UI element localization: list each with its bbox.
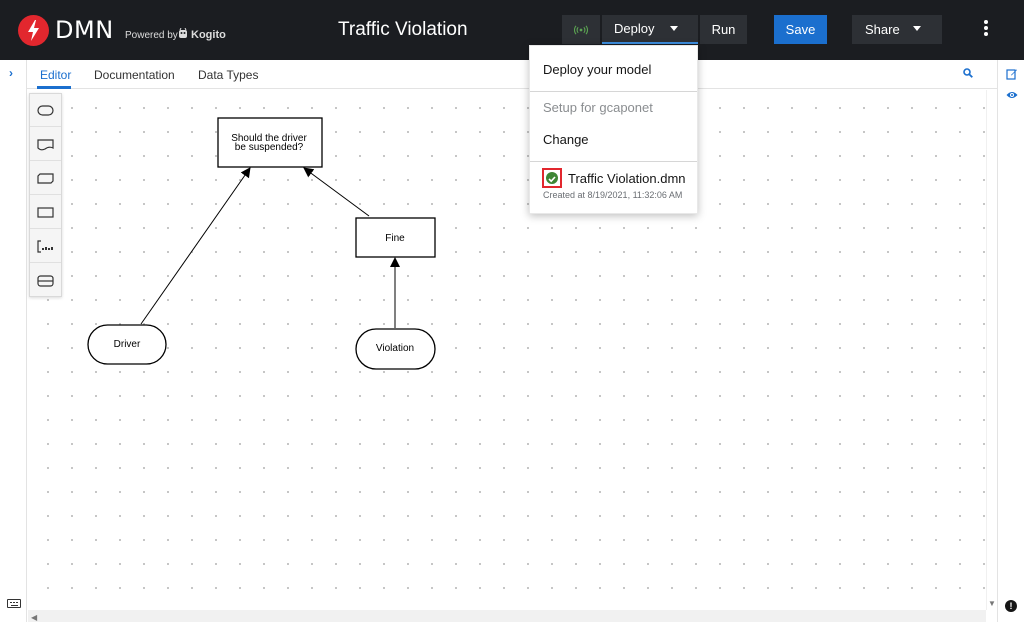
decision-node-suspended[interactable]: Should the driver be suspended? <box>217 117 323 168</box>
fine-label: Fine <box>385 233 405 244</box>
deploy-your-model-item[interactable]: Deploy your model <box>543 62 651 77</box>
app-header: DMN Powered by Kogito Traffic Violation … <box>0 0 1024 60</box>
text-annotation-icon <box>37 240 53 253</box>
scroll-down-icon[interactable]: ▼ <box>988 599 996 608</box>
decision-service-icon <box>37 275 54 287</box>
scroll-left-icon[interactable]: ◀ <box>31 613 37 622</box>
palette-bkm[interactable] <box>30 162 61 195</box>
edit-properties-icon[interactable] <box>1006 68 1018 80</box>
caret-down-icon <box>670 26 678 31</box>
driver-label: Driver <box>114 339 141 350</box>
deployment-file-name[interactable]: Traffic Violation.dmn <box>568 171 686 186</box>
knowledge-source-shape-icon <box>37 139 54 151</box>
run-button[interactable]: Run <box>700 15 747 44</box>
search-icon[interactable] <box>963 68 973 78</box>
tab-editor[interactable]: Editor <box>40 68 71 82</box>
edge-fine-to-decision[interactable] <box>303 167 370 217</box>
deployment-status-highlight <box>542 168 562 188</box>
business-knowledge-model-icon <box>37 173 54 184</box>
left-panel-toggle-strip: › <box>0 60 27 622</box>
share-dropdown-button[interactable]: Share <box>852 15 942 44</box>
broadcast-icon <box>574 24 588 35</box>
menu-divider <box>530 91 697 92</box>
check-circle-icon <box>546 172 558 184</box>
editor-tabs: Editor Documentation Data Types <box>27 60 997 89</box>
save-button[interactable]: Save <box>774 15 827 44</box>
dmn-logo-icon <box>18 15 49 46</box>
input-data-shape-icon <box>37 105 54 116</box>
input-data-node-violation[interactable]: Violation <box>355 328 436 370</box>
decision-label-line2: be suspended? <box>235 142 304 153</box>
setup-account-item: Setup for gcaponet <box>543 100 653 115</box>
active-tab-indicator <box>37 86 71 89</box>
tab-data-types[interactable]: Data Types <box>198 68 258 82</box>
deploy-dropdown-button[interactable]: Deploy <box>602 15 698 44</box>
horizontal-scrollbar[interactable]: ◀ <box>28 610 986 622</box>
dmn-diagram-canvas[interactable]: Should the driver be suspended? Fine Dri… <box>28 90 986 610</box>
decision-shape-icon <box>37 207 54 218</box>
menu-divider <box>530 161 697 162</box>
chevron-right-icon[interactable]: › <box>9 66 13 80</box>
palette-decision-service[interactable] <box>30 264 61 297</box>
palette-text-annotation[interactable] <box>30 230 61 263</box>
kebab-menu-icon[interactable] <box>981 20 991 40</box>
preview-eye-icon[interactable] <box>1006 90 1018 100</box>
deploy-label: Deploy <box>614 21 655 36</box>
input-data-node-driver[interactable]: Driver <box>87 324 167 365</box>
file-title[interactable]: Traffic Violation <box>338 19 468 41</box>
right-panel-strip <box>997 60 1024 622</box>
node-palette <box>29 93 62 297</box>
caret-down-icon <box>913 26 921 31</box>
deploy-dropdown-menu: Deploy your model Setup for gcaponet Cha… <box>529 45 698 214</box>
palette-decision[interactable] <box>30 196 61 229</box>
connection-status-button[interactable] <box>562 15 600 44</box>
violation-label: Violation <box>376 343 414 354</box>
app-logo-text: DMN <box>55 16 114 44</box>
vertical-scrollbar[interactable]: ▼ <box>986 90 997 610</box>
kogito-icon <box>179 28 187 38</box>
decision-node-fine[interactable]: Fine <box>355 217 436 258</box>
deployment-created-timestamp: Created at 8/19/2021, 11:32:06 AM <box>543 190 683 200</box>
powered-by-label: Powered by <box>125 30 178 41</box>
diagram-svg: Should the driver be suspended? Fine Dri… <box>87 117 436 370</box>
palette-knowledge-source[interactable] <box>30 128 61 161</box>
tab-documentation[interactable]: Documentation <box>94 68 175 82</box>
keyboard-shortcuts-icon[interactable] <box>7 599 21 608</box>
share-label: Share <box>865 22 900 37</box>
edge-driver-to-decision[interactable] <box>140 167 251 325</box>
palette-input-data[interactable] <box>30 94 61 127</box>
notifications-alert-icon[interactable]: ! <box>1005 600 1017 612</box>
change-setup-item[interactable]: Change <box>543 132 589 147</box>
kogito-label: Kogito <box>191 29 226 41</box>
